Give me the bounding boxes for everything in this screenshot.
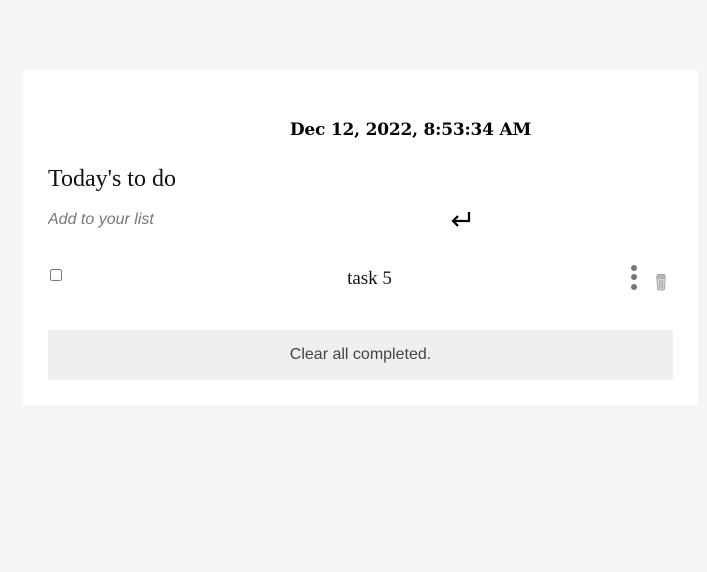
page-title: Today's to do xyxy=(48,166,176,192)
todo-card: Dec 12, 2022, 8:53:34 AM Today's to do t… xyxy=(23,70,698,405)
enter-return-icon xyxy=(451,212,471,227)
add-task-submit-button[interactable] xyxy=(448,206,474,232)
vertical-ellipsis-icon xyxy=(626,264,642,290)
task-label: task 5 xyxy=(347,268,392,289)
add-task-input[interactable] xyxy=(48,208,438,232)
task-menu-button[interactable] xyxy=(626,264,642,294)
clear-completed-button[interactable]: Clear all completed. xyxy=(48,330,673,380)
trash-icon xyxy=(656,274,666,291)
task-delete-button[interactable] xyxy=(653,272,669,292)
current-datetime: Dec 12, 2022, 8:53:34 AM xyxy=(289,120,532,140)
add-task-form xyxy=(48,208,478,234)
task-item: task 5 xyxy=(48,260,673,300)
